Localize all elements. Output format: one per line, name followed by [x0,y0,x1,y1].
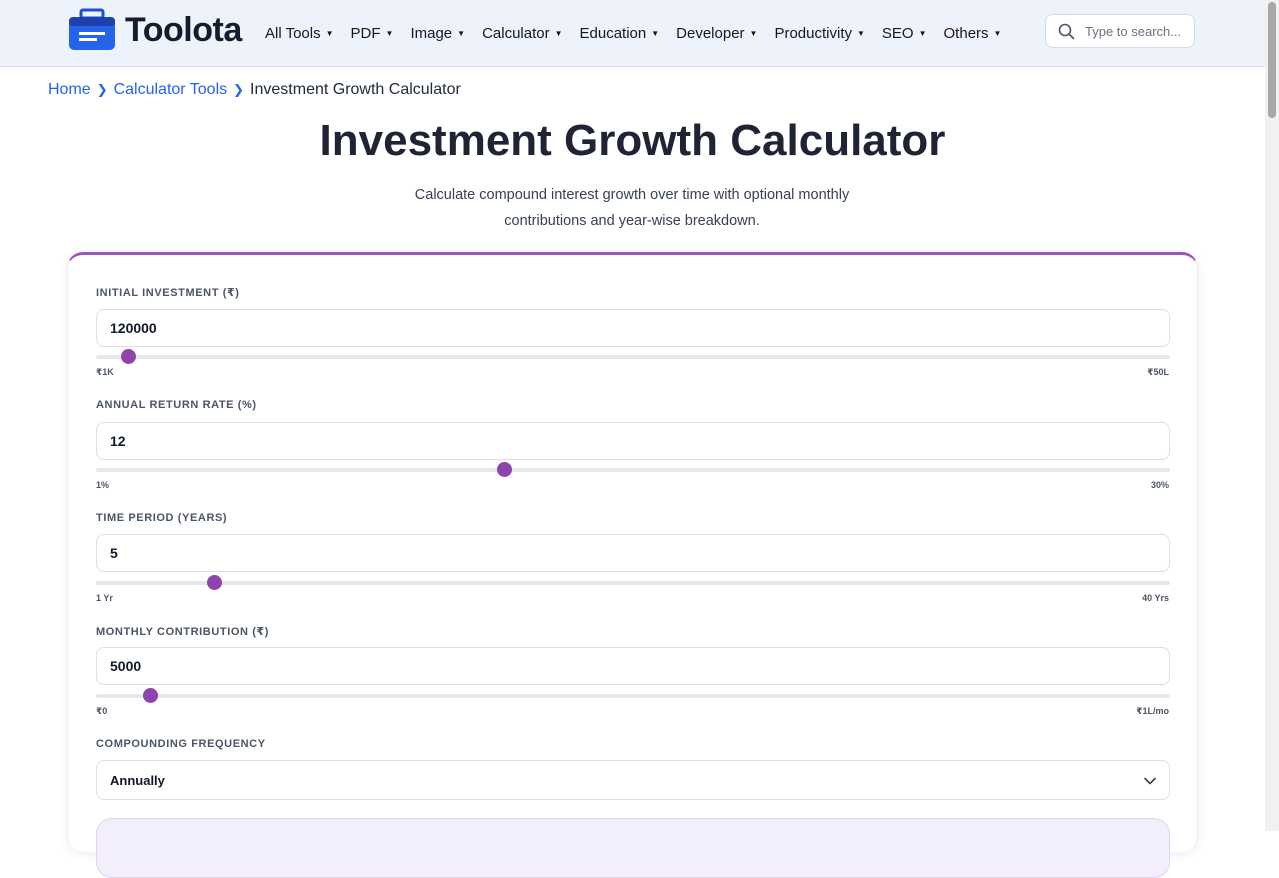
search-box[interactable] [1045,14,1195,48]
breadcrumb-home[interactable]: Home [48,81,91,99]
annual-return-rate-min: 1% [96,480,110,490]
compounding-frequency-value: Annually [110,772,165,788]
compounding-frequency-select[interactable]: Annually [96,760,1170,800]
monthly-contribution-max: ₹1L/mo [1136,706,1169,716]
search-input[interactable] [1083,22,1187,40]
result-summary-panel [96,818,1170,878]
nav-label: SEO [881,24,914,42]
chevron-right-icon: ❯ [96,82,108,97]
caret-down-icon: ▼ [325,28,334,38]
logo-text: Toolota [125,10,242,49]
search-icon [1058,23,1075,39]
breadcrumb-calculator-tools[interactable]: Calculator Tools [114,81,228,99]
page-scrollbar[interactable] [1265,0,1279,831]
chevron-right-icon: ❯ [233,82,245,97]
nav-label: Productivity [774,24,852,42]
scrollbar-thumb[interactable] [1268,2,1276,118]
top-navigation-bar: Toolota All Tools ▼ PDF ▼ Image ▼ Calculato… [0,0,1265,67]
initial-investment-label: INITIAL INVESTMENT (₹) [96,287,240,299]
initial-investment-slider[interactable] [96,349,1170,364]
monthly-contribution-slider[interactable] [96,688,1170,703]
caret-down-icon: ▼ [993,28,1002,38]
caret-down-icon: ▼ [651,28,660,38]
chevron-down-icon [1144,777,1156,785]
site-logo[interactable]: Toolota [67,8,242,52]
caret-down-icon: ▼ [554,28,563,38]
nav-label: Image [410,24,453,42]
nav-label: All Tools [265,24,321,42]
nav-all-tools[interactable]: All Tools ▼ [265,25,334,42]
time-period-input[interactable] [96,534,1170,572]
nav-calculator[interactable]: Calculator ▼ [482,25,562,42]
nav-label: Others [943,24,989,42]
nav-developer[interactable]: Developer ▼ [676,25,757,42]
nav-seo[interactable]: SEO ▼ [882,25,927,42]
initial-investment-slider-thumb[interactable] [121,349,137,364]
nav-education[interactable]: Education ▼ [580,25,660,42]
time-period-slider-thumb[interactable] [207,575,223,590]
monthly-contribution-slider-thumb[interactable] [142,688,158,703]
nav-productivity[interactable]: Productivity ▼ [774,25,864,42]
annual-return-rate-slider-thumb[interactable] [497,462,513,477]
initial-investment-min: ₹1K [96,367,114,377]
annual-return-rate-slider[interactable] [96,462,1170,477]
monthly-contribution-label: MONTHLY CONTRIBUTION (₹) [96,626,269,638]
initial-investment-max: ₹50L [1147,367,1169,377]
calculator-card: INITIAL INVESTMENT (₹) ₹1K ₹50L ANNUAL R… [67,252,1198,878]
caret-down-icon: ▼ [457,28,466,38]
compounding-frequency-label: COMPOUNDING FREQUENCY [96,738,266,750]
annual-return-rate-max: 30% [1150,480,1169,490]
nav-label: Developer [676,24,745,42]
caret-down-icon: ▼ [385,28,394,38]
nav-label: Education [579,24,647,42]
main-nav: All Tools ▼ PDF ▼ Image ▼ Calculator ▼ Educa… [265,0,1018,66]
caret-down-icon: ▼ [749,28,758,38]
page-title: Investment Growth Calculator [319,116,946,165]
breadcrumb-current: Investment Growth Calculator [250,81,461,98]
toolbox-icon [69,8,115,50]
annual-return-rate-label: ANNUAL RETURN RATE (%) [96,399,257,411]
time-period-max: 40 Yrs [1142,593,1169,603]
breadcrumb: Home ❯ Calculator Tools ❯ Investment Gro… [48,81,461,99]
time-period-label: TIME PERIOD (YEARS) [96,512,228,524]
nav-others[interactable]: Others ▼ [944,25,1002,42]
annual-return-rate-input[interactable] [96,422,1170,460]
caret-down-icon: ▼ [856,28,865,38]
nav-image[interactable]: Image ▼ [410,25,465,42]
nav-label: Calculator [482,24,550,42]
caret-down-icon: ▼ [918,28,927,38]
nav-label: PDF [350,24,381,42]
nav-pdf[interactable]: PDF ▼ [351,25,394,42]
time-period-slider[interactable] [96,575,1170,590]
monthly-contribution-input[interactable] [96,647,1170,685]
monthly-contribution-min: ₹0 [96,706,108,716]
page-subtitle: Calculate compound interest growth over … [414,187,850,229]
time-period-min: 1 Yr [96,593,113,603]
initial-investment-input[interactable] [96,309,1170,347]
